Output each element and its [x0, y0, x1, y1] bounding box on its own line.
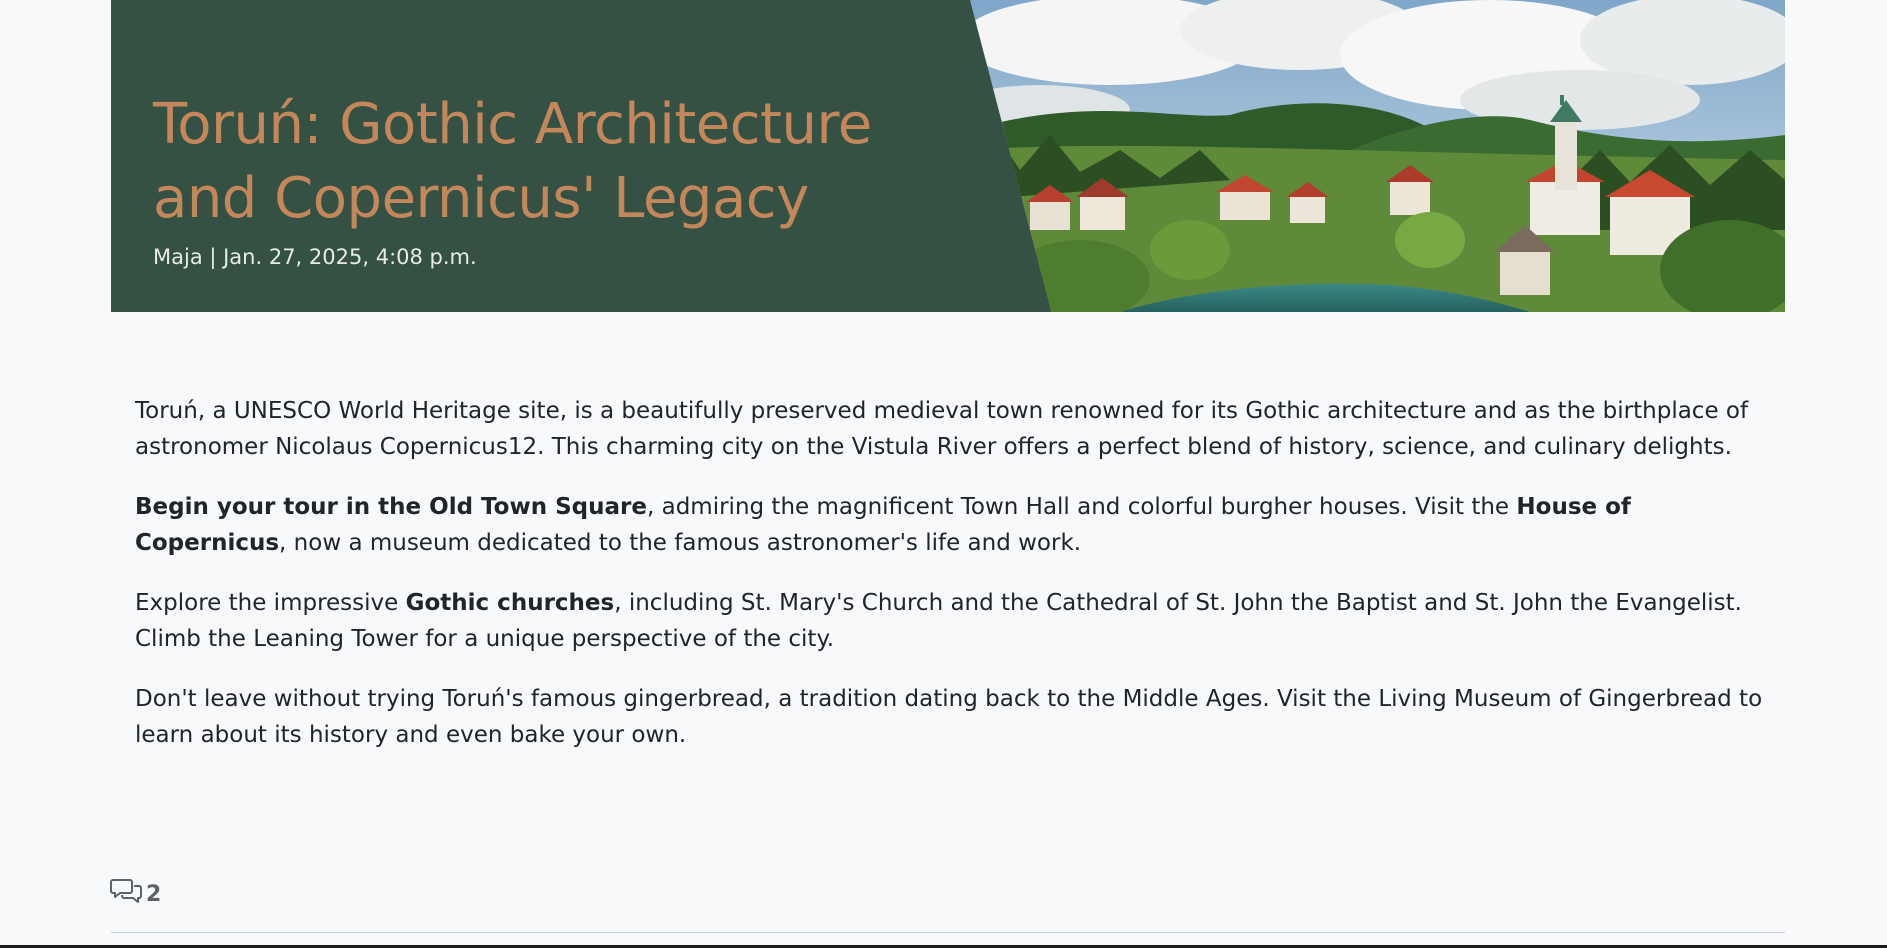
comments-link[interactable]: 2 — [110, 876, 161, 912]
post-paragraph: Toruń, a UNESCO World Heritage site, is … — [135, 393, 1765, 465]
text-segment: , admiring the magnificent Town Hall and… — [646, 494, 1517, 520]
bold-text: Gothic churches — [405, 590, 615, 616]
footer-divider — [111, 932, 1785, 933]
post-paragraph: Begin your tour in the Old Town Square, … — [135, 489, 1765, 561]
post-body: Toruń, a UNESCO World Heritage site, is … — [135, 393, 1765, 777]
text-segment: Explore the impressive — [135, 590, 406, 616]
text-segment: Toruń, a UNESCO World Heritage site, is … — [135, 398, 1749, 460]
text-segment: Don't leave without trying Toruń's famou… — [135, 686, 1763, 748]
text-segment: , now a museum dedicated to the famous a… — [279, 530, 1082, 556]
hero-image — [970, 0, 1785, 312]
page: Toruń: Gothic Architecture and Copernicu… — [0, 0, 1887, 948]
post-title: Toruń: Gothic Architecture and Copernicu… — [153, 92, 872, 231]
post-paragraph: Don't leave without trying Toruń's famou… — [135, 681, 1765, 753]
post-paragraph: Explore the impressive Gothic churches, … — [135, 585, 1765, 657]
bold-text: Begin your tour in the Old Town Square — [135, 494, 647, 520]
post-meta: Maja | Jan. 27, 2025, 4:08 p.m. — [153, 245, 477, 269]
chat-bubbles-icon — [110, 876, 142, 912]
comment-count: 2 — [146, 881, 162, 907]
post-hero: Toruń: Gothic Architecture and Copernicu… — [111, 0, 1785, 312]
